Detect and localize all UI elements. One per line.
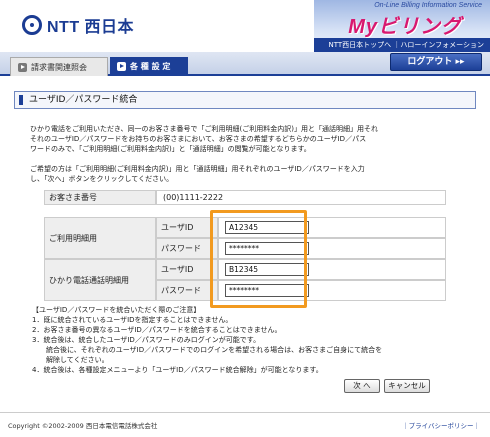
intro-line: ワードのみで、「ご利用明細(ご利用料金内訳)」と「通話明細」の閲覧が可能となりま… <box>30 145 311 153</box>
note-line: 3．統合後は、統合したユーザID／パスワードのみログインが可能です。 <box>32 336 261 344</box>
instruction-line: ご希望の方は「ご利用明細(ご利用料金内訳)」用と「通話明細」用それぞれのユーザI… <box>30 165 365 173</box>
ntt-logo[interactable]: NTT 西日本 <box>22 13 134 37</box>
call-password-input[interactable] <box>225 284 309 297</box>
arrow-right-icon <box>117 62 126 71</box>
note-line: 解除してください。 <box>32 356 109 364</box>
note-line: 4．統合後は、各種設定メニューより「ユーザID／パスワード統合解除」が可能となり… <box>32 366 323 374</box>
logo-text: NTT 西日本 <box>47 19 135 36</box>
group-label: ひかり電話通話明細用 <box>44 259 156 301</box>
header: NTT 西日本 On-Line Billing Information Serv… <box>0 0 490 52</box>
ntt-logo-icon <box>22 15 42 35</box>
group-label: ご利用明細用 <box>44 217 156 259</box>
instruction-line: し、「次へ」ボタンをクリックしてください。 <box>30 175 174 183</box>
account-group-call-detail: ひかり電話通話明細用 ユーザID パスワード <box>44 259 446 301</box>
next-button[interactable]: 次 へ <box>344 379 380 393</box>
billing-password-input[interactable] <box>225 242 309 255</box>
footer-divider <box>0 412 490 413</box>
cancel-button[interactable]: キャンセル <box>384 379 430 393</box>
tab-label: 各 種 設 定 <box>130 62 171 71</box>
copyright: Copyright ©2002-2009 西日本電信電話株式会社 <box>8 422 158 430</box>
notes: 【ユーザID／パスワードを統合いただく際のご注意】 1．既に統合されているユーザ… <box>32 305 472 375</box>
page-title: ユーザID／パスワード統合 <box>14 91 476 109</box>
header-links[interactable]: NTT西日本トップへ ｜ハローインフォメーション <box>314 38 490 52</box>
customer-number-value: (00)1111-2222 <box>156 190 446 205</box>
service-tagline: On-Line Billing Information Service <box>374 2 482 9</box>
privacy-policy-link[interactable]: ｜プライバシーポリシー｜ <box>402 420 480 430</box>
instruction-text: ご希望の方は「ご利用明細(ご利用料金内訳)」用と「通話明細」用それぞれのユーザI… <box>30 164 460 184</box>
customer-number-row: お客さま番号 (00)1111-2222 <box>44 190 446 205</box>
brand-title: Myビリング <box>348 16 462 38</box>
account-group-billing: ご利用明細用 ユーザID パスワード <box>44 217 446 259</box>
billing-user-id-input[interactable] <box>225 221 309 234</box>
arrow-right-icon <box>18 63 27 72</box>
brand-banner: On-Line Billing Information Service Myビリ… <box>314 0 490 52</box>
note-line: 1．既に統合されているユーザIDを指定することはできません。 <box>32 316 233 324</box>
note-line: 統合後に、それぞれのユーザID／パスワードでのログインを希望される場合は、お客さ… <box>32 346 383 354</box>
tab-settings[interactable]: 各 種 設 定 <box>110 57 188 76</box>
user-id-label: ユーザID <box>156 259 218 280</box>
note-line: 【ユーザID／パスワードを統合いただく際のご注意】 <box>32 306 201 314</box>
user-id-label: ユーザID <box>156 217 218 238</box>
password-label: パスワード <box>156 238 218 259</box>
logout-button[interactable]: ログアウト ▸▸ <box>390 53 482 71</box>
intro-line: それのユーザID／パスワードをお持ちのお客さまにおいて、お客さまの希望するどちら… <box>30 135 367 143</box>
tab-label: 請求書関連照会 <box>31 63 87 72</box>
note-line: 2．お客さま番号の異なるユーザID／パスワードを統合することはできません。 <box>32 326 282 334</box>
password-label: パスワード <box>156 280 218 301</box>
customer-number-label: お客さま番号 <box>44 190 156 205</box>
call-user-id-input[interactable] <box>225 263 309 276</box>
tab-billing-inquiry[interactable]: 請求書関連照会 <box>10 57 108 76</box>
intro-text: ひかり電話をご利用いただき、同一のお客さま番号で「ご利用明細(ご利用料金内訳)」… <box>30 124 460 154</box>
intro-line: ひかり電話をご利用いただき、同一のお客さま番号で「ご利用明細(ご利用料金内訳)」… <box>30 125 378 133</box>
